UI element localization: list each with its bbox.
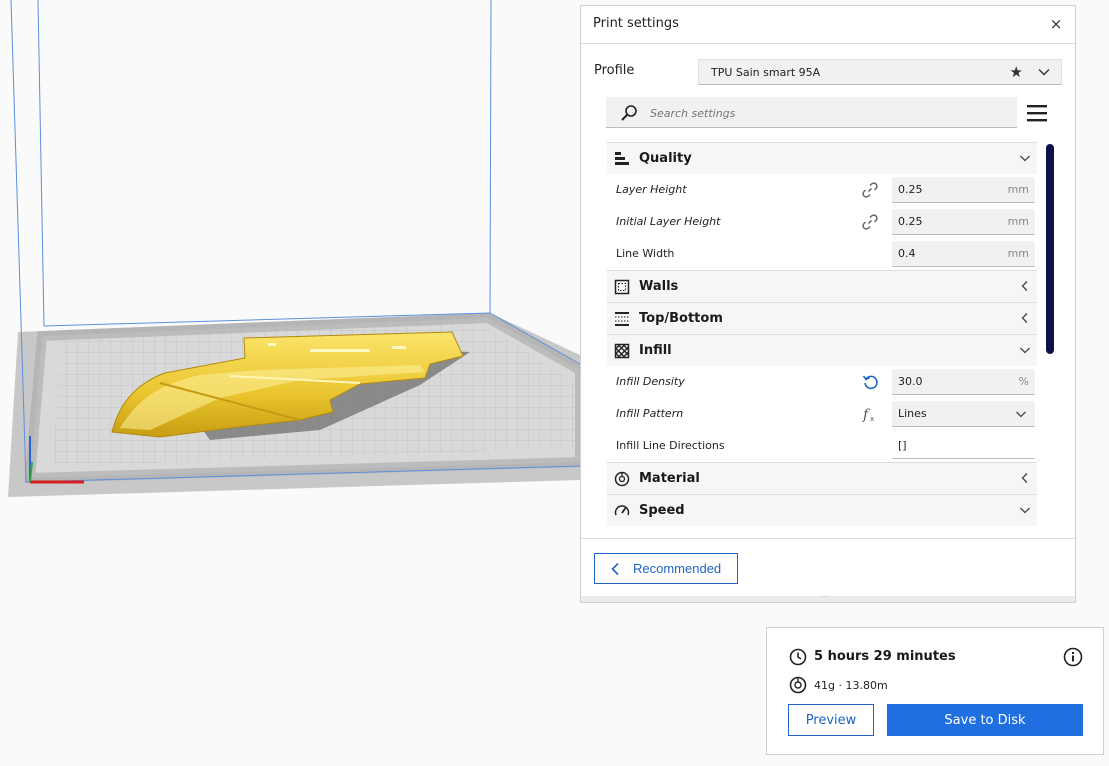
search-box[interactable]: [606, 97, 1017, 128]
setting-label: Infill Pattern: [616, 407, 684, 420]
field-value: 30.0: [898, 375, 923, 388]
search-input[interactable]: [650, 104, 1000, 122]
star-icon[interactable]: ★: [1010, 63, 1023, 81]
search-icon: [621, 105, 637, 121]
build-volume-edge: [489, 0, 492, 314]
recommended-label: Recommended: [633, 561, 722, 576]
field-unit: mm: [1007, 183, 1029, 196]
material-usage: 41g · 13.80m: [814, 679, 888, 692]
panel-resize-handle[interactable]: ⋯: [581, 592, 1075, 602]
infill-icon: [614, 343, 630, 359]
category-top-bottom[interactable]: Top/Bottom: [607, 302, 1037, 334]
profile-value: TPU Sain smart 95A: [711, 66, 821, 79]
category-infill[interactable]: Infill: [607, 334, 1037, 366]
preview-button[interactable]: Preview: [788, 704, 874, 736]
model-slot: [310, 349, 370, 352]
category-quality[interactable]: Quality: [607, 142, 1037, 174]
infill-line-directions-input[interactable]: []: [892, 433, 1035, 459]
chevron-left-icon: [611, 562, 619, 576]
chevron-down-icon: [1020, 507, 1030, 514]
chevron-left-icon: [1021, 473, 1028, 483]
category-label: Infill: [639, 343, 672, 358]
chevron-down-icon: [1020, 347, 1030, 354]
category-label: Quality: [639, 151, 692, 166]
print-estimate-panel: 5 hours 29 minutes 41g · 13.80m Preview …: [766, 627, 1104, 755]
save-to-disk-button[interactable]: Save to Disk: [887, 704, 1083, 736]
reset-icon[interactable]: [861, 373, 879, 391]
category-label: Speed: [639, 503, 685, 518]
chevron-down-icon: [1038, 69, 1050, 76]
chevron-left-icon: [1021, 281, 1028, 291]
scrollbar-thumb[interactable]: [1046, 144, 1054, 354]
info-icon[interactable]: [1063, 647, 1083, 667]
panel-footer: Recommended: [581, 538, 1075, 596]
setting-infill-line-directions: Infill Line Directions []: [607, 430, 1037, 462]
field-unit: %: [1018, 375, 1029, 388]
chevron-down-icon: [1020, 155, 1030, 162]
print-settings-panel: Print settings × Profile TPU Sain smart …: [580, 5, 1076, 603]
category-material[interactable]: Material: [607, 462, 1037, 494]
quality-icon: [615, 152, 629, 165]
line-width-input[interactable]: 0.4 mm: [892, 241, 1035, 267]
category-label: Top/Bottom: [639, 311, 723, 326]
build-volume-edge: [37, 0, 45, 327]
category-walls[interactable]: Walls: [607, 270, 1037, 302]
infill-pattern-select[interactable]: Lines: [892, 401, 1035, 427]
setting-line-width: Line Width 0.4 mm: [607, 238, 1037, 270]
clock-icon: [789, 648, 807, 666]
speed-icon: [614, 505, 630, 516]
field-unit: mm: [1007, 215, 1029, 228]
link-icon[interactable]: [861, 181, 879, 199]
top-bottom-icon: [615, 312, 629, 326]
model-slot: [392, 346, 406, 349]
setting-label: Infill Density: [616, 375, 685, 388]
category-label: Walls: [639, 279, 679, 294]
setting-label: Initial Layer Height: [616, 215, 721, 228]
field-unit: mm: [1007, 247, 1029, 260]
chevron-down-icon: [1016, 411, 1026, 418]
field-value: []: [898, 439, 907, 452]
svg-text:x: x: [870, 415, 874, 423]
setting-label: Layer Height: [616, 183, 687, 196]
recommended-button[interactable]: Recommended: [594, 553, 738, 584]
walls-icon: [614, 279, 630, 295]
profile-label: Profile: [594, 63, 635, 78]
settings-visibility-menu-icon[interactable]: [1025, 102, 1049, 124]
settings-list[interactable]: Quality Layer Height 0.25 mm Initial Lay…: [607, 142, 1037, 538]
model-slot: [268, 343, 276, 346]
category-speed[interactable]: Speed: [607, 494, 1037, 526]
setting-infill-density: Infill Density 30.0 %: [607, 366, 1037, 398]
initial-layer-height-input[interactable]: 0.25 mm: [892, 209, 1035, 235]
infill-density-input[interactable]: 30.0 %: [892, 369, 1035, 395]
material-icon: [614, 471, 630, 487]
panel-header: Print settings ×: [581, 6, 1075, 44]
field-value: 0.25: [898, 183, 923, 196]
field-value: 0.4: [898, 247, 916, 260]
setting-initial-layer-height: Initial Layer Height 0.25 mm: [607, 206, 1037, 238]
category-label: Material: [639, 471, 700, 486]
profile-select[interactable]: TPU Sain smart 95A ★: [698, 59, 1062, 85]
function-icon[interactable]: fx: [861, 405, 879, 423]
setting-partial-row: [607, 526, 1037, 538]
print-time: 5 hours 29 minutes: [814, 649, 956, 664]
spool-icon: [789, 676, 807, 694]
setting-label: Infill Line Directions: [616, 439, 725, 452]
field-value: 0.25: [898, 215, 923, 228]
layer-height-input[interactable]: 0.25 mm: [892, 177, 1035, 203]
setting-layer-height: Layer Height 0.25 mm: [607, 174, 1037, 206]
panel-title: Print settings: [593, 16, 679, 31]
setting-label: Line Width: [616, 247, 675, 260]
link-icon[interactable]: [861, 213, 879, 231]
chevron-left-icon: [1021, 313, 1028, 323]
close-button[interactable]: ×: [1047, 15, 1065, 33]
setting-infill-pattern: Infill Pattern fx Lines: [607, 398, 1037, 430]
settings-scrollbar[interactable]: [1046, 144, 1054, 538]
field-value: Lines: [898, 407, 927, 420]
